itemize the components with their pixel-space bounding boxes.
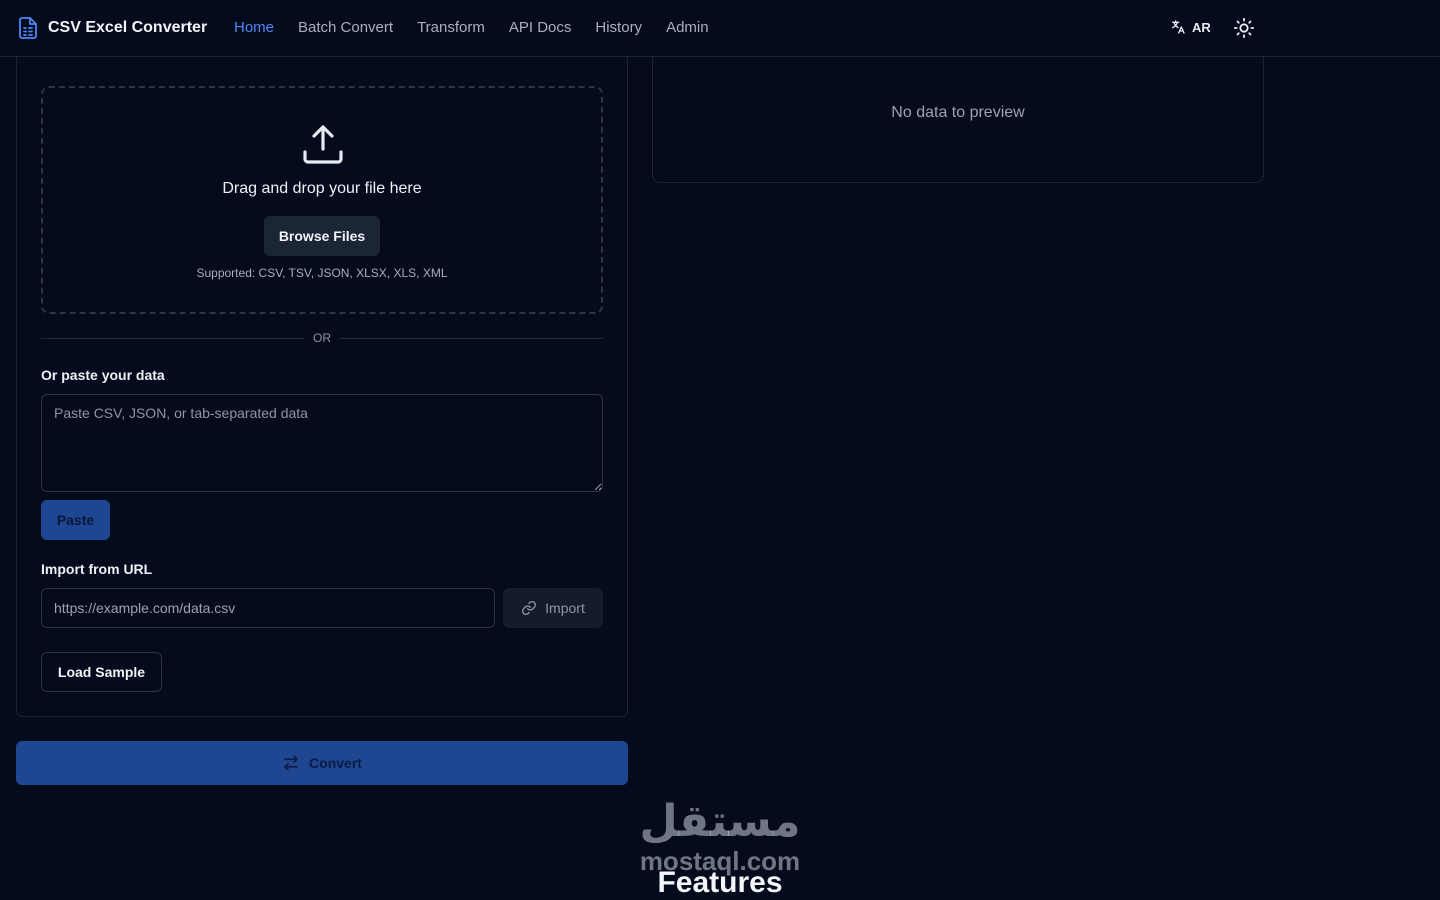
main-nav: Home Batch Convert Transform API Docs Hi…: [234, 19, 733, 36]
watermark-logo: مستقل mostaql.com: [630, 796, 810, 876]
import-label: Import: [545, 600, 585, 616]
nav-history[interactable]: History: [595, 19, 642, 36]
empty-preview-text: No data to preview: [891, 104, 1025, 121]
upload-icon: [303, 125, 343, 164]
file-spreadsheet-icon: [19, 17, 37, 39]
nav-admin[interactable]: Admin: [666, 19, 709, 36]
load-sample-button[interactable]: Load Sample: [41, 652, 162, 692]
paste-textarea[interactable]: [41, 394, 603, 492]
nav-transform[interactable]: Transform: [417, 19, 485, 36]
nav-batch-convert[interactable]: Batch Convert: [298, 19, 393, 36]
language-toggle[interactable]: AR: [1170, 19, 1211, 35]
convert-button[interactable]: Convert: [16, 741, 628, 785]
top-navbar: CSV Excel Converter Home Batch Convert T…: [0, 0, 1440, 57]
nav-api-docs[interactable]: API Docs: [509, 19, 572, 36]
translate-icon: [1172, 20, 1185, 34]
paste-label: Or paste your data: [41, 367, 165, 383]
sun-icon[interactable]: [1233, 17, 1255, 39]
paste-button[interactable]: Paste: [41, 500, 110, 540]
app-name: CSV Excel Converter: [48, 19, 208, 36]
supported-formats: Supported: CSV, TSV, JSON, XLSX, XLS, XM…: [196, 266, 448, 280]
url-input[interactable]: [41, 588, 495, 628]
divider-right: [339, 338, 603, 339]
brand[interactable]: CSV Excel Converter: [18, 16, 207, 40]
or-divider: OR: [313, 331, 331, 345]
browse-files-button[interactable]: Browse Files: [264, 216, 380, 256]
language-label: AR: [1192, 19, 1211, 35]
swap-arrows-icon: [284, 755, 298, 771]
convert-label: Convert: [309, 755, 362, 771]
file-dropzone[interactable]: Drag and drop your file here Browse File…: [41, 86, 603, 314]
divider-left: [41, 338, 305, 339]
import-button[interactable]: Import: [503, 588, 603, 628]
drop-text: Drag and drop your file here: [222, 180, 422, 197]
link-icon: [522, 601, 537, 615]
watermark-latin: mostaql.com: [639, 846, 801, 876]
nav-home[interactable]: Home: [234, 19, 274, 36]
url-import-label: Import from URL: [41, 561, 153, 577]
watermark-arabic: مستقل: [639, 796, 801, 847]
